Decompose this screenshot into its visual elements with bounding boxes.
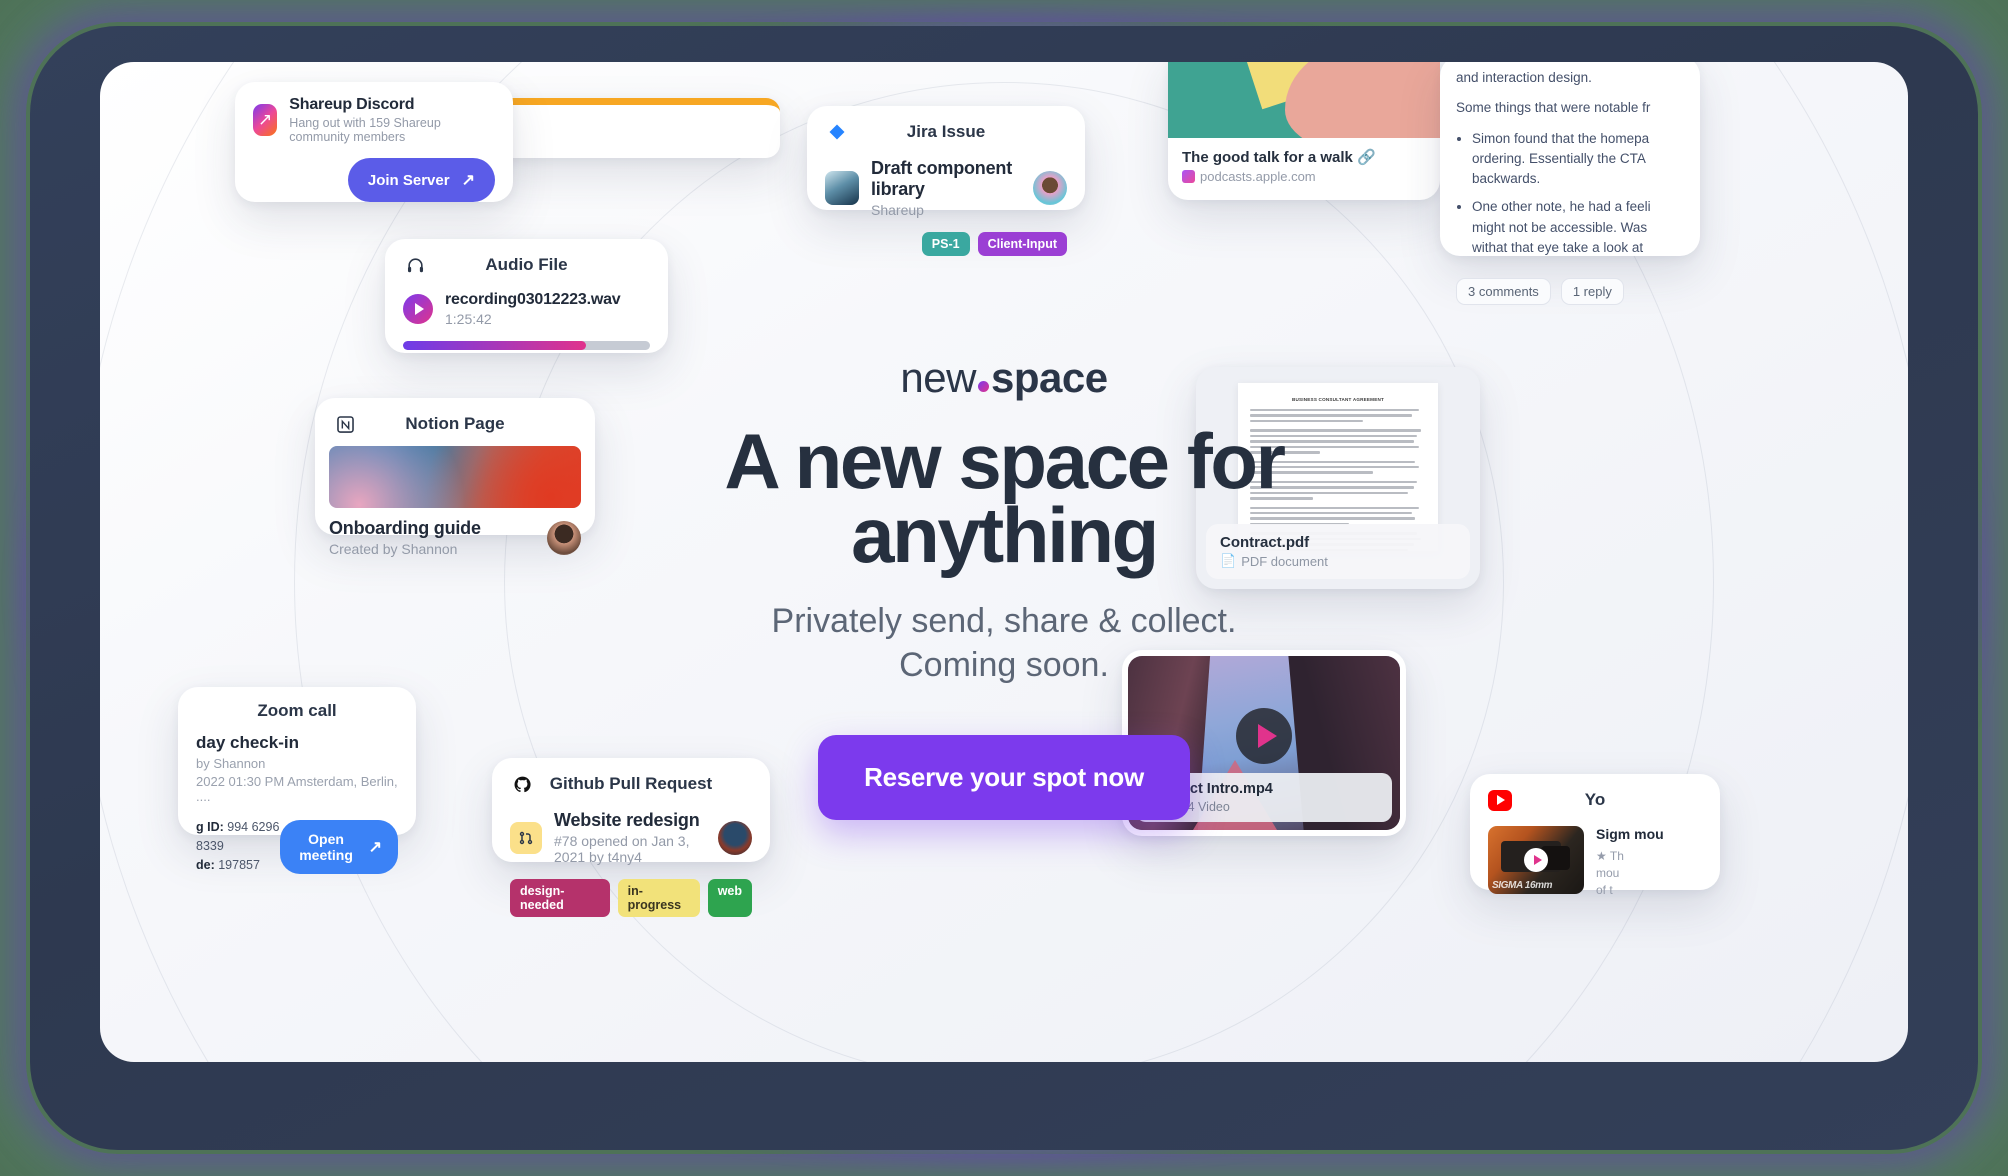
favicon-icon [1182, 170, 1195, 183]
jira-thumbnail [825, 171, 859, 205]
comment-thread-card[interactable]: and interaction design. Some things that… [1440, 62, 1700, 305]
github-label[interactable]: web [707, 879, 752, 917]
notion-icon [333, 412, 357, 436]
github-label-list: design-needed in-progress web [492, 865, 770, 933]
notion-page-title: Onboarding guide [329, 518, 481, 538]
pull-request-icon [510, 821, 542, 854]
open-meeting-button[interactable]: Open meeting ↗ [279, 820, 398, 875]
notion-page-author: Created by Shannon [329, 541, 458, 557]
jira-issue-title: Draft component library [871, 158, 1013, 199]
play-button[interactable] [403, 294, 433, 324]
zoom-meeting-host: by Shannon [196, 756, 266, 771]
brand-new: new [900, 354, 976, 401]
discord-card[interactable]: ↗ Shareup Discord Hang out with 159 Shar… [235, 82, 513, 202]
audio-progress-bar[interactable] [403, 341, 650, 350]
open-meeting-label: Open meeting [299, 831, 353, 864]
youtube-card[interactable]: Yo SIGMA 16mm Sigm mou ★ Th mou of t [1470, 774, 1720, 897]
zoom-meeting-title: day check-in [196, 733, 299, 752]
hero-subtitle-line2: Coming soon. [899, 645, 1109, 684]
jira-tag[interactable]: Client-Input [977, 232, 1067, 256]
hero-subtitle: Privately send, share & collect. Coming … [624, 600, 1384, 687]
comment-bullet: One other note, he had a feeli might not… [1472, 197, 1684, 258]
jira-tag-list: PS-1 Client-Input [807, 218, 1085, 272]
audio-filename: recording03012223.wav [445, 291, 621, 308]
podcast-artwork [1168, 62, 1440, 138]
avatar [718, 820, 752, 855]
github-pr-meta: #78 opened on Jan 3, 2021 by t4ny4 [554, 833, 690, 865]
audio-duration: 1:25:42 [445, 311, 492, 327]
headphones-icon [403, 253, 427, 277]
podcast-card[interactable]: The good talk for a walk 🔗 podcasts.appl… [1168, 62, 1440, 200]
avatar [547, 520, 581, 555]
brand-wordmark: new space [624, 354, 1384, 402]
comment-intro: Some things that were notable fr [1456, 100, 1651, 116]
join-server-label: Join Server [367, 171, 450, 189]
youtube-meta-line: ★ Th [1596, 848, 1624, 863]
youtube-card-header: Yo [1584, 790, 1606, 809]
github-label[interactable]: in-progress [617, 879, 700, 917]
youtube-meta-line: mou [1596, 865, 1620, 880]
arrow-up-right-icon: ↗ [368, 839, 382, 857]
comment-bullet: Simon found that the homepa ordering. Es… [1472, 129, 1684, 190]
reserve-spot-button[interactable]: Reserve your spot now [818, 735, 1190, 821]
zoom-meeting-time: 2022 01:30 PM Amsterdam, Berlin, .... [196, 774, 398, 804]
arrow-up-right-icon: ↗ [461, 172, 475, 189]
hidden-orange-card[interactable] [490, 98, 780, 158]
replies-count-pill[interactable]: 1 reply [1560, 278, 1624, 305]
audio-card-header: Audio File [485, 255, 568, 274]
zoom-call-card[interactable]: Zoom call day check-in by Shannon 2022 0… [178, 687, 416, 875]
zoom-credentials: g ID: 994 6296 8339 de: 197857 [196, 818, 280, 874]
youtube-thumb-watermark: SIGMA 16mm [1492, 880, 1553, 891]
notion-page-card[interactable]: Notion Page Onboarding guide Created by … [315, 398, 595, 557]
zoom-passcode-value: 197857 [218, 857, 260, 872]
jira-card-header: Jira Issue [906, 122, 986, 141]
brand-dot-icon [977, 381, 989, 392]
discord-title: Shareup Discord [289, 96, 415, 113]
jira-issue-project: Shareup [871, 202, 924, 218]
youtube-icon [1488, 788, 1512, 812]
comment-lead: and interaction design. [1456, 70, 1592, 85]
github-icon [510, 772, 534, 796]
notion-card-header: Notion Page [405, 414, 505, 433]
join-server-button[interactable]: Join Server ↗ [347, 158, 495, 202]
avatar [1033, 171, 1067, 205]
page-title: A new space for anything [724, 417, 1286, 580]
discord-subtitle: Hang out with 159 Shareup community memb… [289, 116, 441, 144]
hero-subtitle-line1: Privately send, share & collect. [771, 602, 1237, 641]
jira-tag[interactable]: PS-1 [921, 232, 970, 256]
link-icon: 🔗 [1357, 149, 1376, 166]
zoom-passcode-label: de: [196, 857, 215, 872]
notion-cover-image [329, 446, 581, 508]
podcast-source: podcasts.apple.com [1182, 169, 1426, 184]
youtube-video-title: Sigm mou [1596, 826, 1664, 842]
zoom-id-label: g ID: [196, 820, 224, 834]
jira-icon [825, 120, 849, 144]
github-label[interactable]: design-needed [510, 879, 610, 917]
audio-file-card[interactable]: Audio File recording03012223.wav 1:25:42 [385, 239, 668, 353]
youtube-thumbnail: SIGMA 16mm [1488, 826, 1584, 894]
discord-icon: ↗ [253, 104, 278, 136]
main-panel: new space A new space for anything Privat… [100, 62, 1908, 1062]
brand-space: space [990, 354, 1108, 401]
hero-section: new space A new space for anything Privat… [624, 354, 1384, 821]
comments-count-pill[interactable]: 3 comments [1456, 278, 1551, 305]
youtube-meta-line: of t [1596, 882, 1613, 897]
jira-card[interactable]: Jira Issue Draft component library Share… [807, 106, 1085, 256]
play-button[interactable] [1524, 848, 1548, 872]
zoom-card-header: Zoom call [257, 701, 337, 720]
podcast-title: The good talk for a walk 🔗 [1182, 149, 1376, 166]
